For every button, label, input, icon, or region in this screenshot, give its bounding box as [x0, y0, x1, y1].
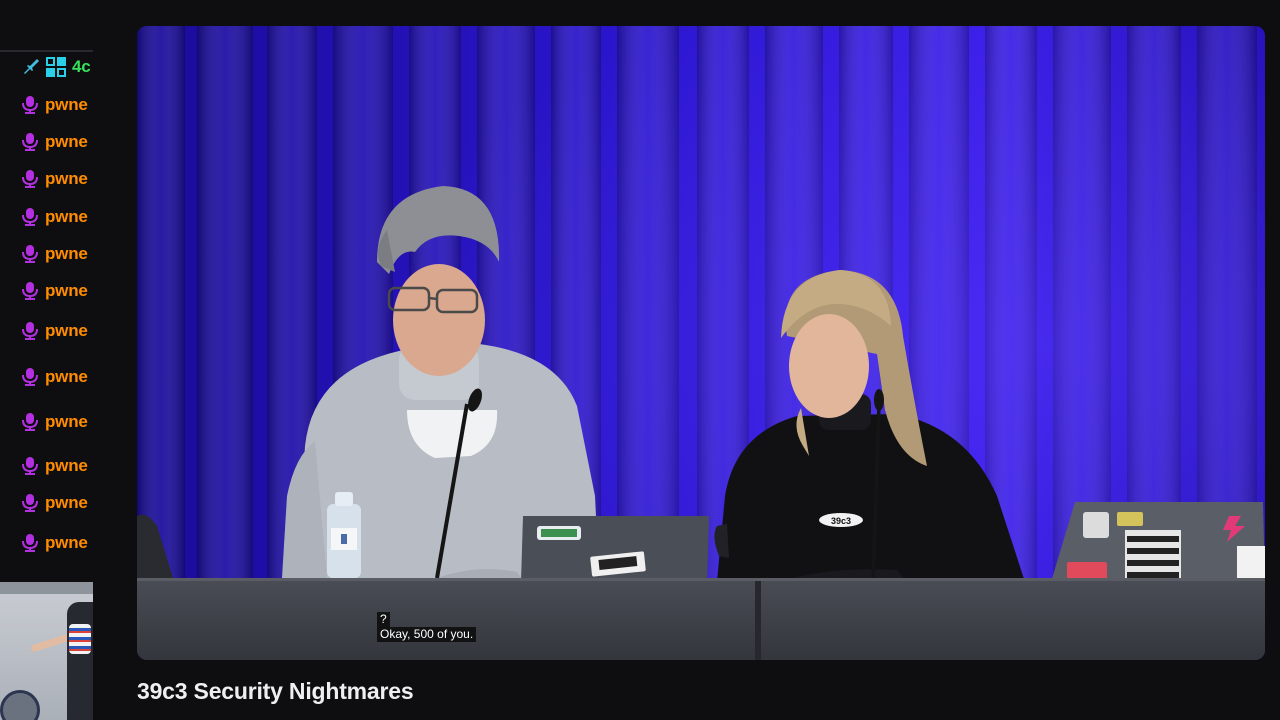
chat-username: pwne	[45, 367, 88, 386]
microphone-icon	[22, 133, 38, 151]
chat-username: pwne	[45, 533, 88, 552]
chat-message[interactable]: pwne	[20, 206, 88, 228]
chat-message[interactable]: pwne	[20, 532, 88, 554]
microphone-icon	[22, 170, 38, 188]
microphone-icon	[22, 322, 38, 340]
chat-message[interactable]: pwne	[20, 366, 88, 388]
microphone-icon	[22, 413, 38, 431]
chat-username: pwne	[45, 244, 88, 263]
microphone-icon	[22, 368, 38, 386]
video-frame: 39c3	[137, 26, 1265, 660]
microphone-icon	[22, 282, 38, 300]
microphone-icon	[22, 245, 38, 263]
chat-username: pwne	[45, 456, 88, 475]
chat-username: pwne	[45, 95, 88, 114]
microphone-icon	[22, 494, 38, 512]
microphone-icon	[22, 208, 38, 226]
video-title: 39c3 Security Nightmares	[137, 678, 414, 704]
chat-username: pwne	[45, 321, 88, 340]
subtitle-overlay: ? Okay, 500 of you.	[377, 612, 477, 642]
chat-message[interactable]: 4c	[20, 56, 91, 78]
chat-username: pwne	[45, 132, 88, 151]
chat-message[interactable]: pwne	[20, 455, 88, 477]
microphone-icon	[22, 96, 38, 114]
video-player[interactable]: 39c3 ? Okay, 500 of you.	[137, 26, 1265, 660]
microphone-icon	[22, 457, 38, 475]
sword-icon	[24, 59, 39, 74]
stream-page: 4c pwne pwne pwne pwne pwne pwne pwne pwne pwne p…	[0, 0, 1280, 720]
chat-username: 4c	[72, 57, 91, 76]
chat-message[interactable]: pwne	[20, 94, 88, 116]
chat-message[interactable]: pwne	[20, 131, 88, 153]
caption-line-2: Okay, 500 of you.	[377, 627, 477, 642]
emote-icon	[46, 57, 66, 77]
chat-username: pwne	[45, 169, 88, 188]
chat-message[interactable]: pwne	[20, 320, 88, 342]
chat-username: pwne	[45, 207, 88, 226]
chat-message[interactable]: pwne	[20, 280, 88, 302]
microphone-icon	[22, 534, 38, 552]
chat-username: pwne	[45, 412, 88, 431]
chat-message[interactable]: pwne	[20, 243, 88, 265]
webcam-overlay	[0, 582, 93, 720]
chat-divider	[0, 50, 93, 52]
caption-line-1: ?	[377, 612, 390, 627]
chat-message[interactable]: pwne	[20, 492, 88, 514]
chat-panel: 4c pwne pwne pwne pwne pwne pwne pwne pwne pwne p…	[0, 0, 93, 580]
chat-message[interactable]: pwne	[20, 411, 88, 433]
shirt-logo: 39c3	[831, 516, 851, 526]
chat-username: pwne	[45, 281, 88, 300]
chat-message[interactable]: pwne	[20, 168, 88, 190]
chat-username: pwne	[45, 493, 88, 512]
